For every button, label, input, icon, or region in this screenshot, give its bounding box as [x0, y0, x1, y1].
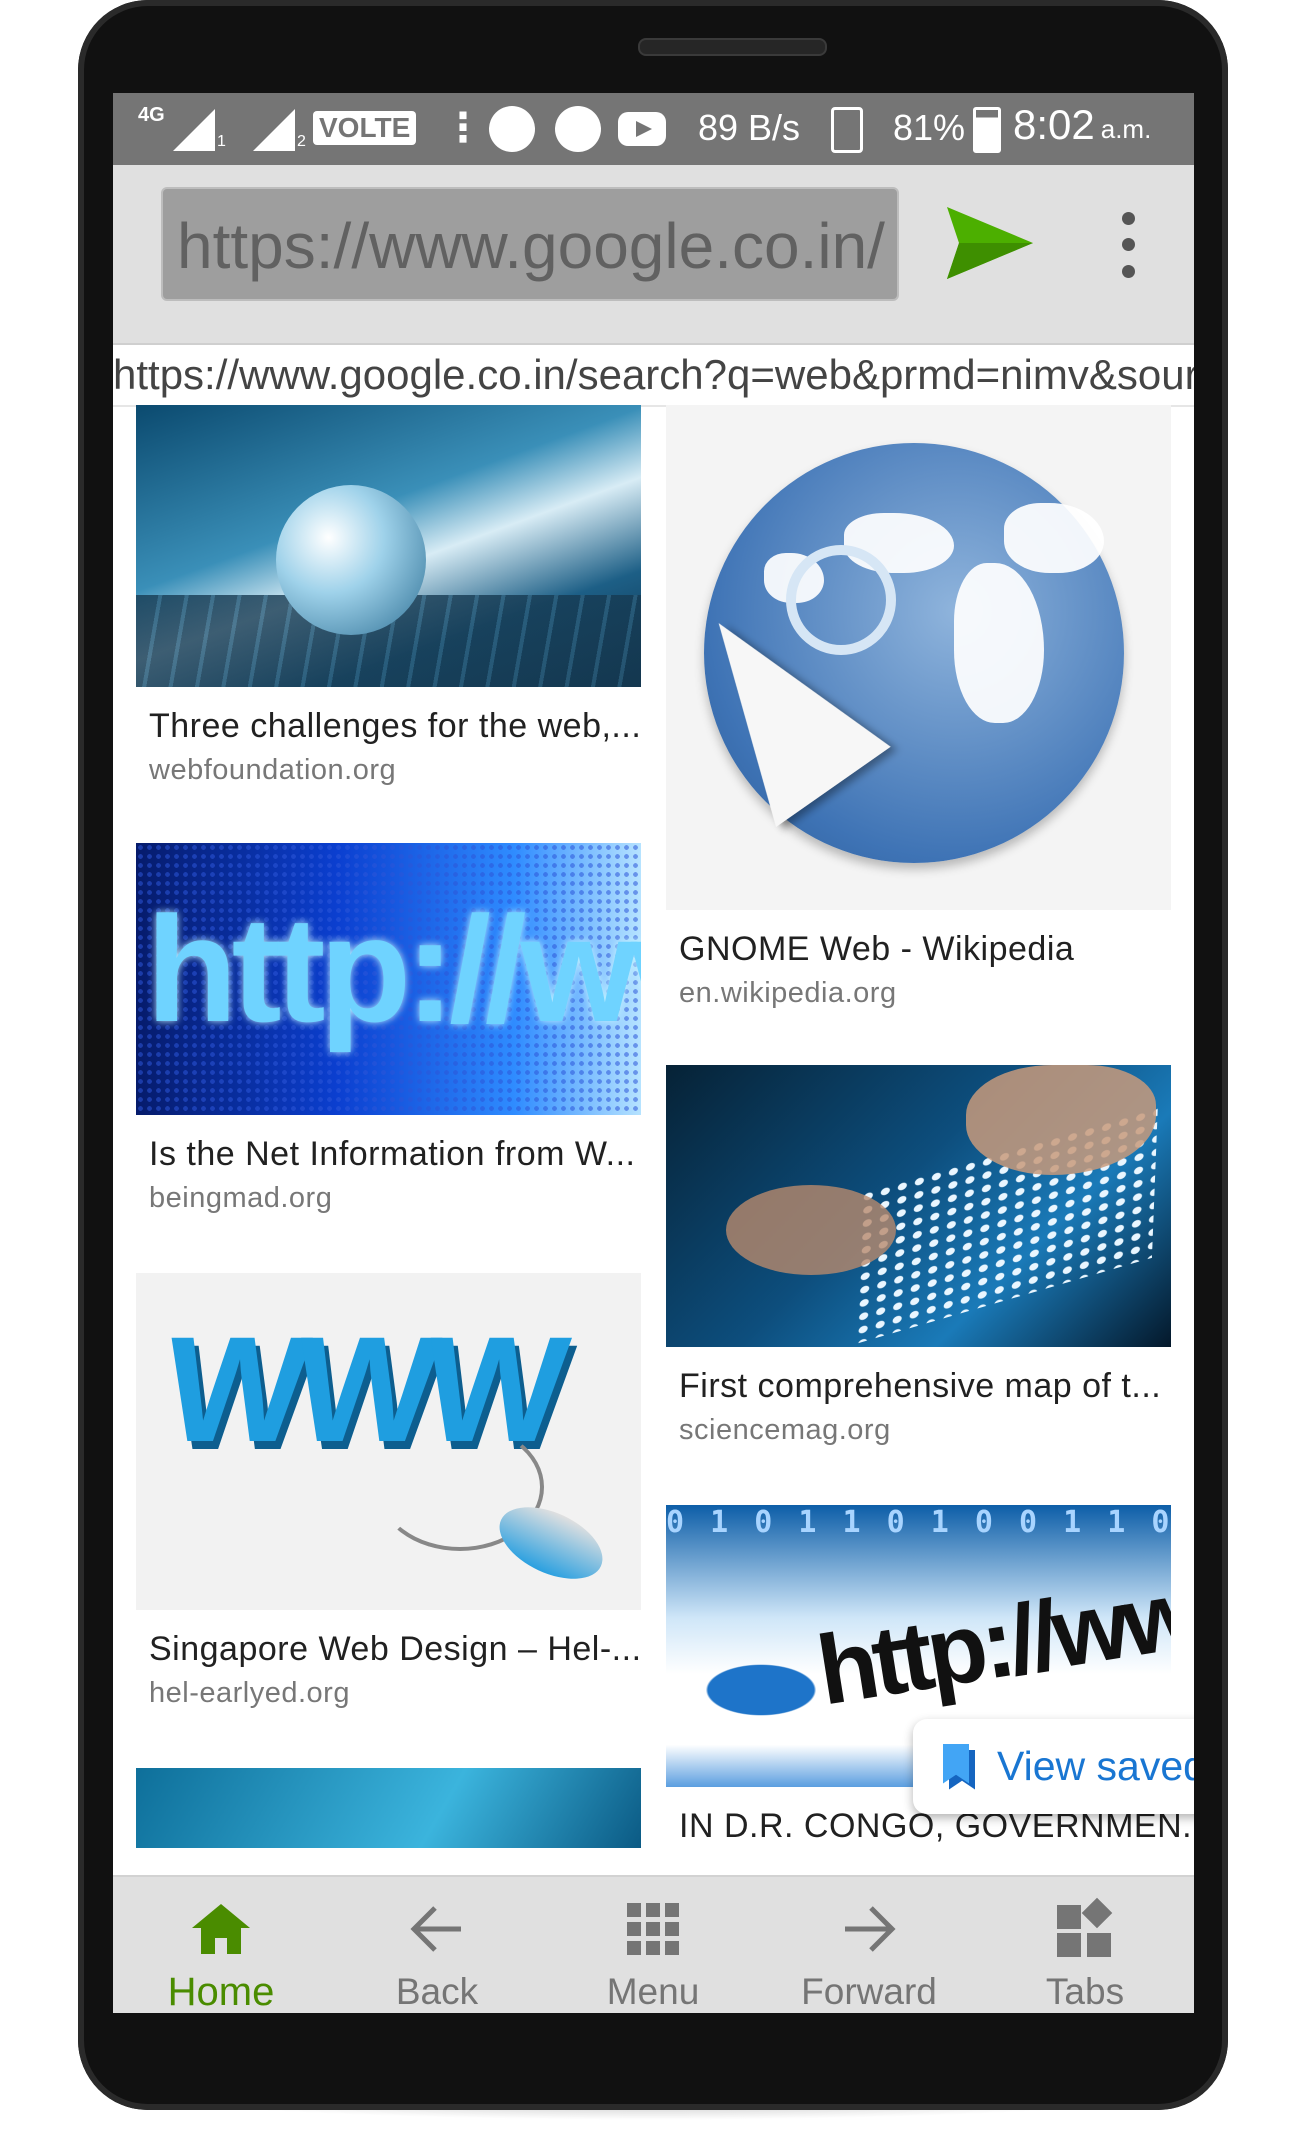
- nav-home[interactable]: Home: [113, 1877, 329, 2013]
- result-title[interactable]: GNOME Web - Wikipedia: [679, 930, 1171, 969]
- result-site: webfoundation.org: [149, 754, 397, 786]
- result-title[interactable]: Singapore Web Design – Hel-...: [149, 1630, 641, 1669]
- battery-charging-icon: [973, 107, 1001, 153]
- nav-back[interactable]: Back: [329, 1877, 545, 2013]
- result-thumbnail[interactable]: http://www: [136, 843, 641, 1115]
- arrow-right-icon: [845, 1906, 896, 1952]
- tabs-icon: [1057, 1897, 1113, 1957]
- nav-menu[interactable]: Menu: [545, 1877, 761, 2013]
- home-icon: [192, 1903, 250, 1954]
- thumbnail-text: 0 1 0 1 1 0 1 0 0 1 1 0 1 0 1 0 0 1 1 0 …: [666, 1505, 1171, 1540]
- result-site: hel-earlyed.org: [149, 1677, 350, 1709]
- nav-label: Menu: [606, 1971, 700, 2012]
- grid-icon: [627, 1903, 679, 1955]
- nav-tabs[interactable]: Tabs: [977, 1877, 1193, 2013]
- result-thumbnail[interactable]: [666, 1065, 1171, 1347]
- dot-icon: [1121, 265, 1135, 279]
- network-type: 4G: [138, 104, 165, 126]
- send-icon: [947, 207, 1033, 279]
- result-card[interactable]: GNOME Web - Wikipedia en.wikipedia.org: [666, 405, 1171, 1010]
- nav-label: Home: [167, 1970, 275, 2013]
- volte-badge: VOLTE: [313, 111, 417, 145]
- url-toolbar: https://www.google.co.in/: [113, 165, 1194, 343]
- bottom-navigation: Home Back Menu Forward Tabs: [113, 1875, 1194, 2013]
- result-card[interactable]: Three challenges for the web,... webfoun…: [136, 405, 641, 787]
- notification-circle-icon: [555, 106, 601, 152]
- result-title[interactable]: First comprehensive map of t...: [679, 1367, 1171, 1406]
- dot-icon: [1121, 211, 1135, 225]
- result-thumbnail[interactable]: [136, 405, 641, 687]
- result-card[interactable]: http://www Is the Net Information from W…: [136, 843, 641, 1215]
- bookmarks-icon: [943, 1743, 977, 1790]
- overflow-menu-button[interactable]: [1113, 205, 1143, 285]
- nav-label: Forward: [801, 1971, 937, 2012]
- more-notifications-icon: ⋮: [443, 106, 483, 150]
- view-saved-button[interactable]: View saved: [913, 1719, 1194, 1814]
- vibrate-icon: [831, 107, 863, 153]
- result-card[interactable]: [136, 1768, 641, 1848]
- data-rate: 89 B/s: [698, 107, 801, 148]
- go-button[interactable]: [945, 203, 1035, 283]
- nav-label: Tabs: [1045, 1971, 1125, 2012]
- result-thumbnail[interactable]: [136, 1768, 641, 1848]
- speaker-grille: [638, 38, 827, 56]
- result-site: beingmad.org: [149, 1182, 333, 1214]
- result-thumbnail[interactable]: [666, 405, 1171, 910]
- world-map-icon: [686, 1655, 836, 1725]
- signal-sim2-icon: 2: [253, 109, 306, 151]
- result-card[interactable]: First comprehensive map of t... sciencem…: [666, 1065, 1171, 1447]
- arrow-left-icon: [410, 1906, 461, 1952]
- battery-percent: 81%: [893, 107, 966, 148]
- view-saved-label: View saved: [997, 1743, 1194, 1789]
- clock: 8:02 a.m.: [1013, 101, 1152, 148]
- result-thumbnail[interactable]: WWW: [136, 1273, 641, 1610]
- notification-circle-icon: [489, 106, 535, 152]
- nav-forward[interactable]: Forward: [761, 1877, 977, 2013]
- status-bar: 4G 1 2 VOLTE ⋮ 89 B/s 81% 8:02 a.m.: [113, 93, 1194, 165]
- nav-label: Back: [395, 1971, 479, 2012]
- result-title[interactable]: Is the Net Information from W...: [149, 1135, 641, 1174]
- result-title[interactable]: Three challenges for the web,...: [149, 707, 641, 746]
- current-url: https://www.google.co.in/search?q=web&pr…: [113, 343, 1194, 407]
- url-input[interactable]: https://www.google.co.in/: [161, 187, 899, 301]
- signal-sim1-icon: 1: [173, 109, 226, 151]
- result-site: sciencemag.org: [679, 1414, 891, 1446]
- result-site: en.wikipedia.org: [679, 977, 897, 1009]
- result-card[interactable]: WWW Singapore Web Design – Hel-... hel-e…: [136, 1273, 641, 1710]
- youtube-icon: [618, 112, 666, 146]
- dot-icon: [1121, 238, 1135, 252]
- thumbnail-text: http://www: [146, 885, 641, 1053]
- thumbnail-text: http://www: [810, 1546, 1171, 1726]
- screen: 4G 1 2 VOLTE ⋮ 89 B/s 81% 8:02 a.m. http…: [113, 93, 1194, 2013]
